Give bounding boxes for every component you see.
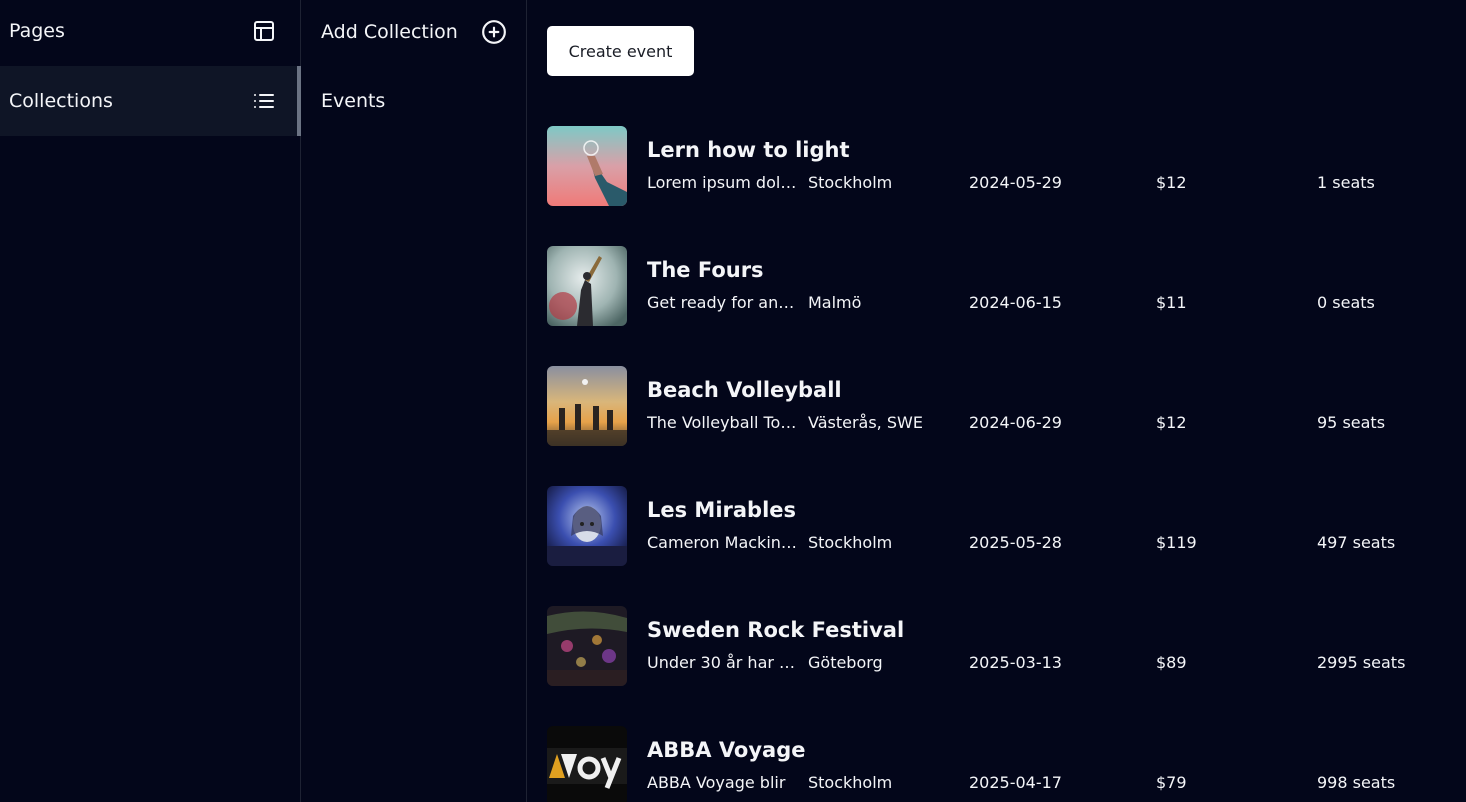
event-description: Get ready for an unforgettable night [647, 293, 799, 312]
event-date: 2025-04-17 [969, 773, 1062, 792]
app-window: Pages Collections Add Collection Events … [0, 0, 1466, 802]
sidebar-item-collections[interactable]: Collections [0, 66, 301, 136]
event-row[interactable]: Lern how to light Lorem ipsum dolor sit … [547, 126, 1447, 206]
event-date: 2024-05-29 [969, 173, 1062, 192]
event-date: 2024-06-29 [969, 413, 1062, 432]
event-thumbnail [547, 246, 627, 326]
event-price: $119 [1156, 533, 1197, 552]
event-location: Stockholm [808, 773, 893, 792]
event-price: $89 [1156, 653, 1187, 672]
event-thumbnail [547, 126, 627, 206]
event-description: Lorem ipsum dolor sit amet [647, 173, 799, 192]
create-event-button[interactable]: Create event [547, 26, 694, 76]
event-seats: 497 seats [1317, 533, 1396, 552]
event-location: Malmö [808, 293, 862, 312]
add-collection-label: Add Collection [321, 21, 458, 43]
event-location: Västerås, SWE [808, 413, 923, 432]
event-date: 2025-05-28 [969, 533, 1062, 552]
event-row[interactable]: The Fours Get ready for an unforgettable… [547, 246, 1447, 326]
event-seats: 95 seats [1317, 413, 1386, 432]
event-description: ABBA Voyage blir [647, 773, 786, 792]
event-description: The Volleyball Tournament [647, 413, 799, 432]
event-row[interactable]: Beach Volleyball The Volleyball Tourname… [547, 366, 1447, 446]
event-price: $79 [1156, 773, 1187, 792]
event-seats: 2995 seats [1317, 653, 1406, 672]
event-thumbnail [547, 726, 627, 802]
event-thumbnail [547, 486, 627, 566]
event-title: Lern how to light [647, 138, 850, 162]
event-title: Sweden Rock Festival [647, 618, 905, 642]
list-icon [251, 88, 277, 114]
main-content: Create event Lern how to light Lorem ips… [527, 0, 1466, 802]
event-price: $12 [1156, 413, 1187, 432]
sidebar-item-pages-label: Pages [9, 20, 65, 42]
event-date: 2024-06-15 [969, 293, 1062, 312]
event-row[interactable]: ABBA Voyage ABBA Voyage blir Stockholm 2… [547, 726, 1447, 802]
add-collection-button[interactable]: Add Collection [321, 14, 507, 50]
event-thumbnail [547, 606, 627, 686]
sidebar-item-pages[interactable]: Pages [0, 0, 301, 66]
event-price: $12 [1156, 173, 1187, 192]
collection-item-label: Events [321, 90, 386, 112]
sidebar: Pages Collections [0, 0, 301, 802]
event-title: The Fours [647, 258, 764, 282]
collection-item-events[interactable]: Events [321, 84, 385, 118]
event-title: Beach Volleyball [647, 378, 842, 402]
event-location: Stockholm [808, 533, 893, 552]
sidebar-item-collections-label: Collections [9, 90, 113, 112]
collections-panel: Add Collection Events [301, 0, 527, 802]
event-date: 2025-03-13 [969, 653, 1062, 672]
event-price: $11 [1156, 293, 1187, 312]
event-title: Les Mirables [647, 498, 797, 522]
event-title: ABBA Voyage [647, 738, 806, 762]
event-location: Stockholm [808, 173, 893, 192]
event-thumbnail [547, 366, 627, 446]
event-seats: 1 seats [1317, 173, 1375, 192]
event-row[interactable]: Les Mirables Cameron Mackintosh Stockhol… [547, 486, 1447, 566]
event-seats: 0 seats [1317, 293, 1375, 312]
plus-circle-icon [481, 19, 507, 45]
event-row[interactable]: Sweden Rock Festival Under 30 år har fes… [547, 606, 1447, 686]
event-seats: 998 seats [1317, 773, 1396, 792]
event-description: Under 30 år har festivalen [647, 653, 799, 672]
layout-icon [251, 18, 277, 44]
event-location: Göteborg [808, 653, 883, 672]
event-description: Cameron Mackintosh [647, 533, 799, 552]
